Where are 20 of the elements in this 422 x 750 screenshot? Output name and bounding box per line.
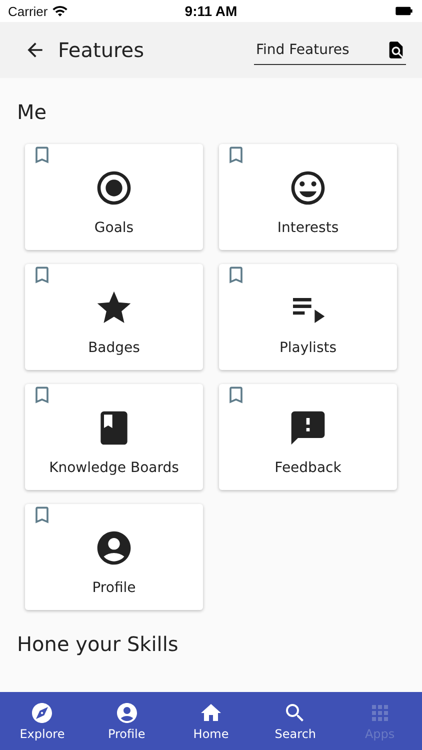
- nav-tab[interactable]: Profile: [84, 692, 169, 750]
- feature-card[interactable]: Playlists: [219, 264, 397, 370]
- nav-tab[interactable]: Search: [253, 692, 338, 750]
- carrier-label: Carrier: [8, 4, 48, 18]
- nav-tab[interactable]: Home: [168, 692, 254, 750]
- wifi-icon: [52, 3, 68, 19]
- nav-tab[interactable]: Explore: [0, 692, 84, 750]
- page-title: Features: [58, 38, 145, 62]
- feature-card[interactable]: Knowledge Boards: [25, 384, 203, 490]
- person-icon: [114, 701, 139, 725]
- section-title: Me: [16, 99, 48, 126]
- clock-time: 9:11 AM: [184, 3, 238, 19]
- feature-card[interactable]: Feedback: [219, 384, 397, 490]
- feature-card[interactable]: Profile: [25, 504, 203, 610]
- feature-card[interactable]: Badges: [25, 264, 203, 370]
- feature-card[interactable]: Interests: [219, 144, 397, 250]
- section-title: Hone your Skills: [16, 631, 180, 658]
- search-field[interactable]: Find Features: [254, 40, 386, 58]
- compass-icon: [30, 701, 54, 725]
- feature-card[interactable]: Goals: [25, 144, 203, 250]
